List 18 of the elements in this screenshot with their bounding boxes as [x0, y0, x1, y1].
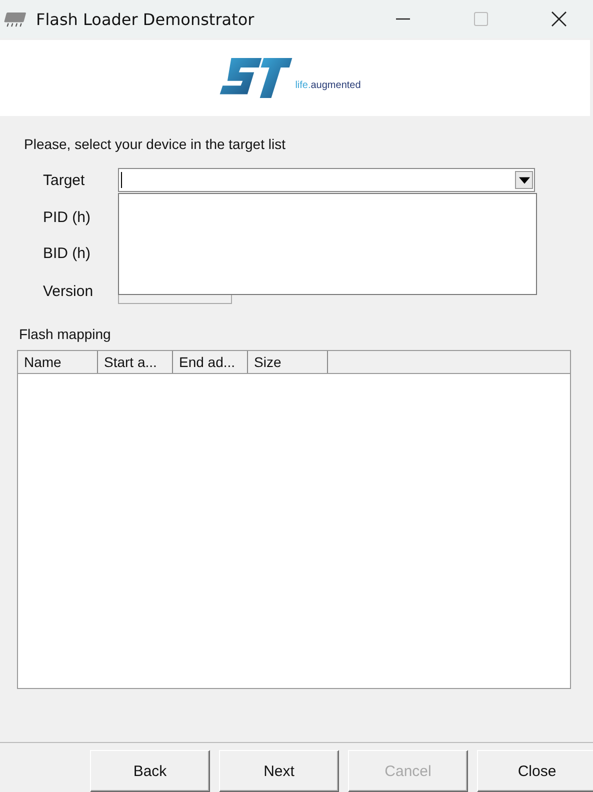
dialog-button[interactable]: Next [219, 750, 339, 792]
close-icon[interactable] [551, 11, 567, 27]
section-label: Flash mapping [19, 326, 112, 342]
column-header[interactable]: End ad... [173, 351, 248, 373]
field-label: Target [43, 172, 86, 188]
window-title: Flash Loader Demonstrator [36, 10, 254, 28]
instruction-text: Please, select your device in the target list [24, 136, 286, 152]
field-label: Version [43, 282, 94, 300]
field-label: PID (h) [43, 208, 92, 226]
logo-icon [219, 58, 294, 98]
column-header[interactable]: Size [248, 351, 328, 373]
logo-tagline: life.augmented [295, 80, 361, 90]
column-header[interactable]: Start a... [98, 351, 173, 373]
field-label: BID (h) [43, 244, 92, 262]
column-header[interactable]: Name [18, 351, 98, 373]
dialog-button[interactable]: Back [90, 750, 210, 792]
dialog-button[interactable]: Close [477, 750, 593, 792]
dropdown-list[interactable] [118, 193, 537, 295]
